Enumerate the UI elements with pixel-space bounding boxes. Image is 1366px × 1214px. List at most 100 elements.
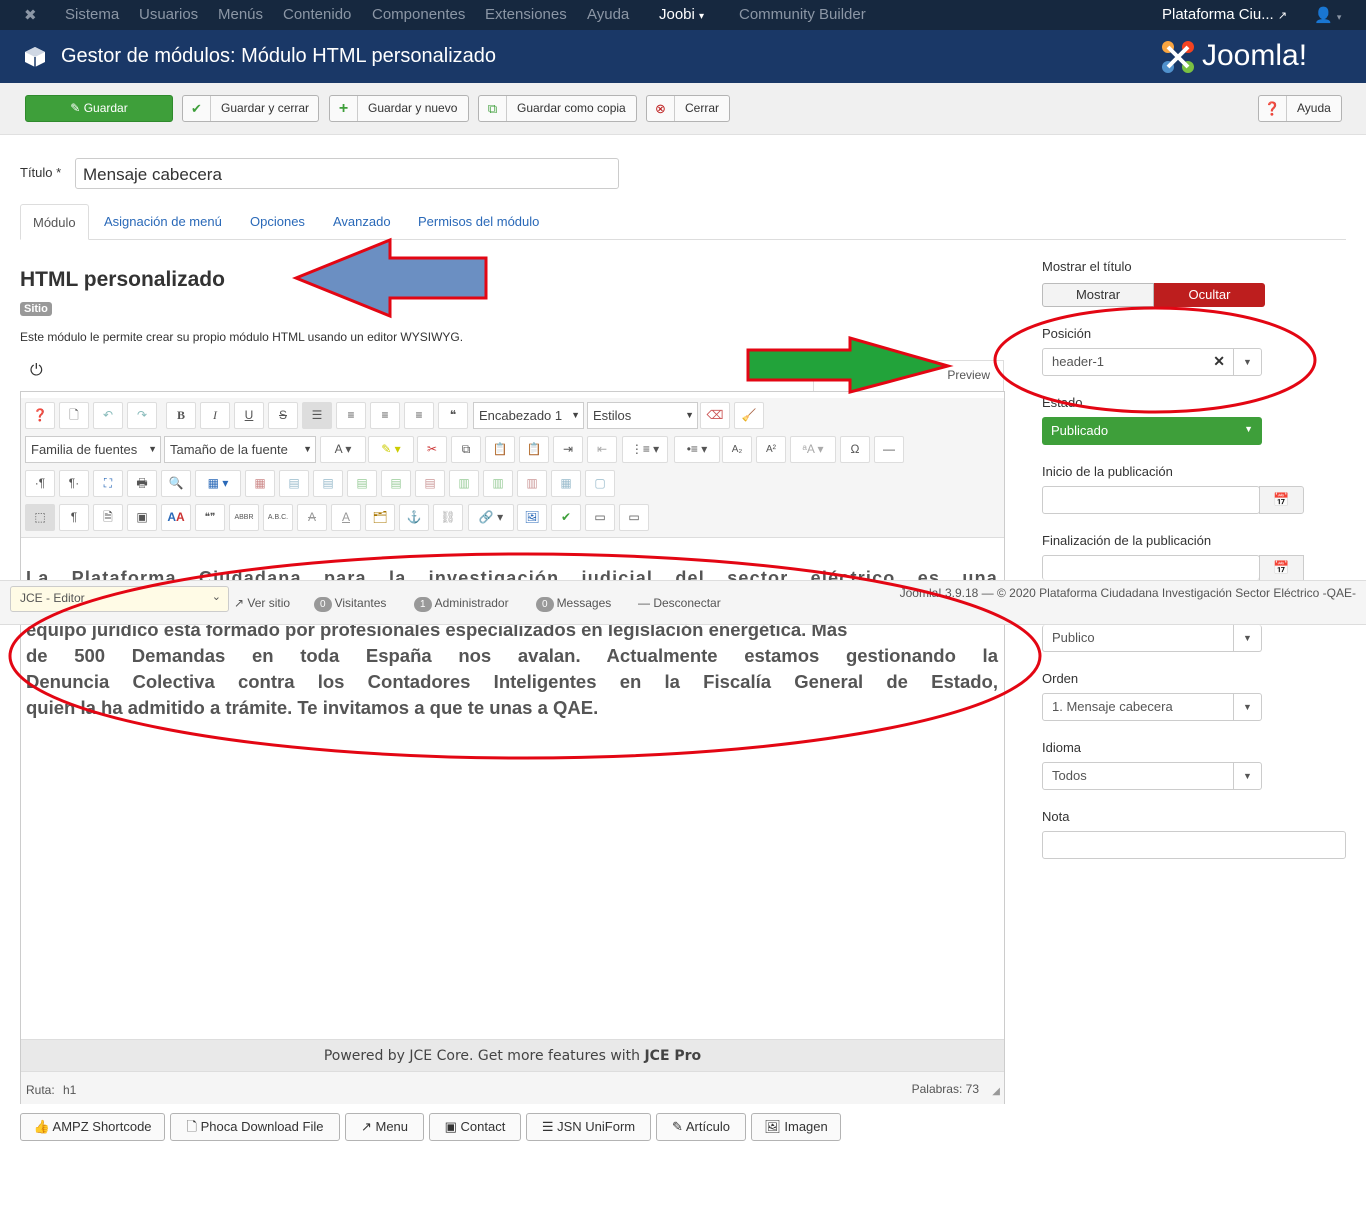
source-code-icon[interactable]: 🗎 <box>93 504 123 531</box>
save-close-button[interactable]: ✔ Guardar y cerrar <box>182 95 319 122</box>
align-right-icon[interactable]: ≡ <box>404 402 434 429</box>
tab-modulo[interactable]: Módulo <box>20 204 89 240</box>
help-icon[interactable]: ❓ <box>25 402 55 429</box>
menu-ayuda[interactable]: Ayuda <box>587 6 629 23</box>
position-select[interactable]: header-1 ✕ ▼ <box>1042 348 1262 376</box>
power-icon[interactable]: ⏻ <box>30 362 43 380</box>
acronym-icon[interactable]: A.B.C. <box>263 504 293 531</box>
copy-icon[interactable]: ⧉ <box>451 436 481 463</box>
indent-icon[interactable]: ⇥ <box>553 436 583 463</box>
visitors-link[interactable]: 0 Visitantes <box>314 596 386 612</box>
template-icon[interactable]: ▭ <box>619 504 649 531</box>
attributes-icon[interactable]: 🗂 <box>365 504 395 531</box>
ins-icon[interactable]: A <box>331 504 361 531</box>
blockquote-icon[interactable]: ❝ <box>438 402 468 429</box>
search-icon[interactable]: 🔍 <box>161 470 191 497</box>
col-after-icon[interactable]: ▥ <box>483 470 513 497</box>
user-icon[interactable]: 👤 ▾ <box>1314 6 1341 24</box>
subscript-icon[interactable]: A₂ <box>722 436 752 463</box>
eraser-icon[interactable]: ⌫ <box>700 402 730 429</box>
visual-aid-icon[interactable]: ⬚ <box>25 504 55 531</box>
editor-select[interactable]: JCE - Editor ⌄ <box>10 586 229 612</box>
view-site-link[interactable]: ↗ Ver sitio <box>234 596 290 610</box>
save-button[interactable]: ✎ Guardar <box>25 95 173 122</box>
menu-community-builder[interactable]: Community Builder <box>739 6 866 23</box>
del-icon[interactable]: A <box>297 504 327 531</box>
omega-icon[interactable]: Ω <box>840 436 870 463</box>
status-select[interactable]: Publicado ▼ <box>1042 417 1262 445</box>
phoca-download-button[interactable]: 🗋 Phoca Download File <box>170 1113 340 1141</box>
path-h1[interactable]: h1 <box>63 1083 76 1097</box>
fullscreen-icon[interactable]: ⛶ <box>93 470 123 497</box>
merge-cells-icon[interactable]: ▢ <box>585 470 615 497</box>
numbered-list-icon[interactable]: ⋮≡ ▾ <box>622 436 668 463</box>
help-button[interactable]: ❓ Ayuda <box>1258 95 1342 122</box>
order-select[interactable]: 1. Mensaje cabecera ▼ <box>1042 693 1262 721</box>
messages-link[interactable]: 0 Messages <box>536 596 611 612</box>
link-icon[interactable]: 🔗 ▾ <box>468 504 514 531</box>
menu-sistema[interactable]: Sistema <box>65 6 119 23</box>
row-before-icon[interactable]: ▤ <box>347 470 377 497</box>
row-after-icon[interactable]: ▤ <box>381 470 411 497</box>
preview-tab[interactable]: Preview <box>813 360 1004 392</box>
font-size-select[interactable]: Tamaño de la fuente ▼ <box>164 436 316 463</box>
spellcheck-icon[interactable]: ✔ <box>551 504 581 531</box>
site-link[interactable]: Plataforma Ciu... ↗ <box>1162 6 1287 23</box>
menu-extensiones[interactable]: Extensiones <box>485 6 567 23</box>
strikethrough-icon[interactable]: S <box>268 402 298 429</box>
underline-icon[interactable]: U <box>234 402 264 429</box>
logout-link[interactable]: — Desconectar <box>638 596 721 610</box>
font-family-select[interactable]: Familia de fuentes ▼ <box>25 436 161 463</box>
image-button[interactable]: 🖼 Imagen <box>751 1113 841 1141</box>
show-title-mostrar[interactable]: Mostrar <box>1042 283 1154 307</box>
tab-asignacion-menu[interactable]: Asignación de menú <box>104 204 222 240</box>
cite-icon[interactable]: ❝❞ <box>195 504 225 531</box>
anchor-box-icon[interactable]: ▣ <box>127 504 157 531</box>
menu-button[interactable]: ↗ Menu <box>345 1113 424 1141</box>
note-input[interactable] <box>1042 831 1346 859</box>
language-select[interactable]: Todos ▼ <box>1042 762 1262 790</box>
outdent-icon[interactable]: ⇤ <box>587 436 617 463</box>
heading-select[interactable]: Encabezado 1 ▼ <box>473 402 584 429</box>
table-delete-icon[interactable]: ▦ <box>245 470 275 497</box>
undo-icon[interactable]: ↶ <box>93 402 123 429</box>
bold-icon[interactable]: B <box>166 402 196 429</box>
table-icon[interactable]: ▦ ▾ <box>195 470 241 497</box>
contact-button[interactable]: ▣ Contact <box>429 1113 521 1141</box>
menu-contenido[interactable]: Contenido <box>283 6 351 23</box>
paste-text-icon[interactable]: 📋 <box>519 436 549 463</box>
calendar-icon[interactable]: 📅 <box>1259 555 1304 580</box>
superscript-icon[interactable]: A² <box>756 436 786 463</box>
align-left-icon[interactable]: ≡ <box>370 402 400 429</box>
bullet-list-icon[interactable]: •≡ ▾ <box>674 436 720 463</box>
resize-handle-icon[interactable]: ◢ <box>992 1086 1000 1097</box>
col-before-icon[interactable]: ▥ <box>449 470 479 497</box>
justify-icon[interactable]: ☰ <box>302 402 332 429</box>
abbr-icon[interactable]: ABBR <box>229 504 259 531</box>
menu-componentes[interactable]: Componentes <box>372 6 465 23</box>
style-props-icon[interactable]: AA <box>161 504 191 531</box>
access-select[interactable]: Publico ▼ <box>1042 625 1262 652</box>
character-map-icon[interactable]: ᵃA ▾ <box>790 436 836 463</box>
cleanup-icon[interactable]: 🧹 <box>734 402 764 429</box>
delete-col-icon[interactable]: ▥ <box>517 470 547 497</box>
menu-usuarios[interactable]: Usuarios <box>139 6 198 23</box>
show-title-ocultar[interactable]: Ocultar <box>1154 283 1265 307</box>
title-input[interactable]: Mensaje cabecera <box>75 158 619 189</box>
unlink-icon[interactable]: ⛓ <box>433 504 463 531</box>
tab-permisos[interactable]: Permisos del módulo <box>418 204 539 240</box>
italic-icon[interactable]: I <box>200 402 230 429</box>
calendar-icon[interactable]: 📅 <box>1259 486 1304 514</box>
close-button[interactable]: ⊗ Cerrar <box>646 95 730 122</box>
jce-pro-link[interactable]: JCE Pro <box>644 1048 701 1064</box>
split-cells-icon[interactable]: ▦ <box>551 470 581 497</box>
jsn-uniform-button[interactable]: ☰ JSN UniForm <box>526 1113 651 1141</box>
media-icon[interactable]: ▭ <box>585 504 615 531</box>
tab-avanzado[interactable]: Avanzado <box>333 204 391 240</box>
show-blocks-icon[interactable]: ¶ <box>59 504 89 531</box>
save-new-button[interactable]: + Guardar y nuevo <box>329 95 469 122</box>
editor-content-top[interactable]: La Plataforma Ciudadana para la investig… <box>26 566 998 580</box>
print-icon[interactable]: 🖶 <box>127 470 157 497</box>
clear-icon[interactable]: ✕ <box>1213 353 1225 370</box>
publish-down-input[interactable] <box>1042 555 1260 580</box>
